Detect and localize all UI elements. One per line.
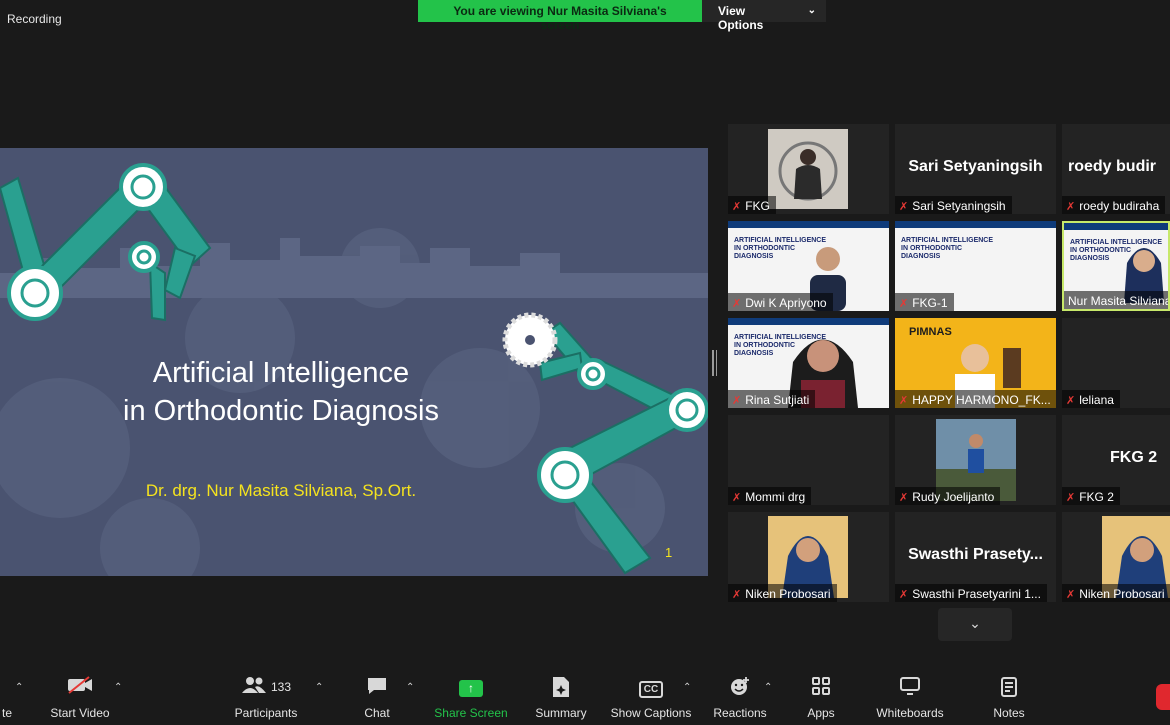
slide-author: Dr. drg. Nur Masita Silviana, Sp.Ort. bbox=[145, 481, 417, 500]
apps-icon bbox=[800, 676, 842, 702]
participant-name-display: Sari Setyaningsih bbox=[908, 158, 1043, 175]
participants-icon: 133 bbox=[228, 676, 304, 702]
meeting-toolbar: te ⌃ Start Video ⌃ 133 Participants ⌃ Ch… bbox=[0, 668, 1170, 725]
panel-splitter-handle[interactable] bbox=[712, 350, 717, 376]
participant-tile[interactable]: FKG 2 ✗ FKG 2 bbox=[1062, 415, 1170, 505]
captions-icon: CC bbox=[607, 676, 695, 702]
chevron-up-icon[interactable]: ⌃ bbox=[683, 682, 691, 693]
mic-muted-icon: ✗ bbox=[899, 297, 909, 310]
mic-muted-icon: ✗ bbox=[732, 394, 742, 407]
chevron-down-icon: ⌄ bbox=[807, 5, 816, 16]
participant-photo bbox=[768, 129, 848, 209]
participant-label: ✗ HAPPY HARMONO_FK... bbox=[895, 390, 1056, 408]
mic-muted-icon: ✗ bbox=[899, 200, 909, 213]
apps-button[interactable]: Apps bbox=[800, 668, 842, 725]
start-video-button[interactable]: Start Video bbox=[44, 668, 116, 725]
chevron-down-icon: ⌄ bbox=[969, 615, 981, 631]
mic-muted-icon: ✗ bbox=[1066, 200, 1076, 213]
participant-tile[interactable]: Swasthi Prasety... ✗ Swasthi Prasetyarini… bbox=[895, 512, 1056, 602]
participant-tile[interactable]: ✗ leliana bbox=[1062, 318, 1170, 408]
participant-label: ✗ Rudy Joelijanto bbox=[895, 487, 1001, 505]
mic-muted-icon: ✗ bbox=[1066, 491, 1076, 504]
participant-label: ✗ Sari Setyaningsih bbox=[895, 196, 1012, 214]
mic-muted-icon: ✗ bbox=[732, 588, 742, 601]
participant-tile[interactable]: ARTIFICIAL INTELLIGENCE IN ORTHODONTIC D… bbox=[895, 221, 1056, 311]
shared-screen: Artificial Intelligence in Orthodontic D… bbox=[0, 148, 708, 576]
participants-button[interactable]: 133 Participants bbox=[228, 668, 304, 725]
audio-button[interactable]: te bbox=[0, 668, 14, 725]
mic-muted-icon: ✗ bbox=[899, 588, 909, 601]
share-screen-button[interactable]: ↑ Share Screen bbox=[432, 668, 510, 725]
participant-label: ✗ Niken Probosari bbox=[728, 584, 837, 602]
slide-page-number: 1 bbox=[665, 545, 673, 560]
participant-label: ✗ FKG-1 bbox=[895, 293, 954, 311]
participant-name-display: FKG 2 bbox=[1110, 449, 1158, 466]
mic-muted-icon: ✗ bbox=[1066, 394, 1076, 407]
emoji-plus-icon bbox=[710, 676, 770, 702]
mic-muted-icon: ✗ bbox=[732, 200, 742, 213]
viewing-banner: You are viewing Nur Masita Silviana's sc… bbox=[418, 0, 826, 32]
notes-button[interactable]: Notes bbox=[986, 668, 1032, 725]
view-options-label: View Options bbox=[718, 4, 764, 32]
show-captions-button[interactable]: CC Show Captions bbox=[607, 668, 695, 725]
participant-gallery: ✗ FKG Sari Setyaningsih ✗ Sari Setyaningsi… bbox=[728, 124, 1170, 602]
mic-muted-icon: ✗ bbox=[732, 491, 742, 504]
participant-label: Nur Masita Silviana bbox=[1064, 291, 1168, 309]
participant-tile[interactable]: ✗ Niken Probosari bbox=[728, 512, 889, 602]
slide-title: Artificial Intelligence in Orthodontic D… bbox=[123, 357, 439, 427]
participant-tile[interactable]: ✗ FKG bbox=[728, 124, 889, 214]
chevron-up-icon[interactable]: ⌃ bbox=[764, 682, 772, 693]
participant-tile[interactable]: ✗ Mommi drg bbox=[728, 415, 889, 505]
reactions-button[interactable]: Reactions bbox=[710, 668, 770, 725]
chevron-up-icon[interactable]: ⌃ bbox=[315, 682, 323, 693]
recording-indicator[interactable]: Recording bbox=[7, 12, 62, 26]
mic-muted-icon: ✗ bbox=[899, 491, 909, 504]
participant-name-display: roedy budir bbox=[1068, 158, 1157, 175]
zoom-window: Recording You are viewing Nur Masita Sil… bbox=[0, 0, 1170, 725]
chat-button[interactable]: Chat bbox=[356, 668, 398, 725]
participant-tile[interactable]: ✗ Rudy Joelijanto bbox=[895, 415, 1056, 505]
end-meeting-button[interactable] bbox=[1156, 684, 1170, 710]
participant-tile[interactable]: Sari Setyaningsih ✗ Sari Setyaningsih bbox=[895, 124, 1056, 214]
participant-tile[interactable]: PIMNAS ✗ HAPPY HARMONO_FK... bbox=[895, 318, 1056, 408]
poster-text: PIMNAS bbox=[909, 326, 952, 338]
mic-muted-icon: ✗ bbox=[1066, 588, 1076, 601]
participant-tile-active-speaker[interactable]: ARTIFICIAL INTELLIGENCE IN ORTHODONTIC D… bbox=[1062, 221, 1170, 311]
chevron-up-icon[interactable]: ⌃ bbox=[15, 682, 23, 693]
participant-label: ✗ Swasthi Prasetyarini 1... bbox=[895, 584, 1047, 602]
participant-tile[interactable]: roedy budir ✗ roedy budiraha bbox=[1062, 124, 1170, 214]
chat-icon bbox=[356, 676, 398, 702]
participant-label: ✗ Dwi K Apriyono bbox=[728, 293, 833, 311]
participant-name-display: Swasthi Prasety... bbox=[908, 546, 1043, 563]
participant-tile[interactable]: ✗ Niken Probosari bbox=[1062, 512, 1170, 602]
participant-label: ✗ roedy budiraha bbox=[1062, 196, 1166, 214]
whiteboards-button[interactable]: Whiteboards bbox=[870, 668, 950, 725]
chevron-up-icon[interactable]: ⌃ bbox=[406, 682, 414, 693]
chevron-up-icon[interactable]: ⌃ bbox=[114, 682, 122, 693]
participant-label: ✗ leliana bbox=[1062, 390, 1120, 408]
video-off-icon bbox=[44, 676, 116, 702]
view-options-button[interactable]: View Options ⌄ bbox=[702, 0, 826, 32]
gallery-next-page-button[interactable]: ⌄ bbox=[938, 608, 1012, 641]
share-screen-icon: ↑ bbox=[432, 676, 510, 702]
mic-muted-icon: ✗ bbox=[899, 394, 909, 407]
participant-label: ✗ Mommi drg bbox=[728, 487, 812, 505]
summary-button[interactable]: Summary bbox=[532, 668, 590, 725]
mic-muted-icon: ✗ bbox=[732, 297, 742, 310]
participant-label: ✗ Niken Probosari bbox=[1062, 584, 1170, 602]
viewing-status: You are viewing Nur Masita Silviana's sc… bbox=[418, 0, 702, 32]
participant-tile[interactable]: ARTIFICIAL INTELLIGENCE IN ORTHODONTIC D… bbox=[728, 221, 889, 311]
participant-label: ✗ Rina Sutjiati bbox=[728, 390, 816, 408]
participant-label: ✗ FKG bbox=[728, 196, 776, 214]
participant-label: ✗ FKG 2 bbox=[1062, 487, 1120, 505]
summary-icon bbox=[532, 676, 590, 702]
whiteboard-icon bbox=[870, 676, 950, 702]
participant-tile[interactable]: ARTIFICIAL INTELLIGENCE IN ORTHODONTIC D… bbox=[728, 318, 889, 408]
notes-icon bbox=[986, 676, 1032, 702]
participants-count: 133 bbox=[270, 680, 292, 694]
